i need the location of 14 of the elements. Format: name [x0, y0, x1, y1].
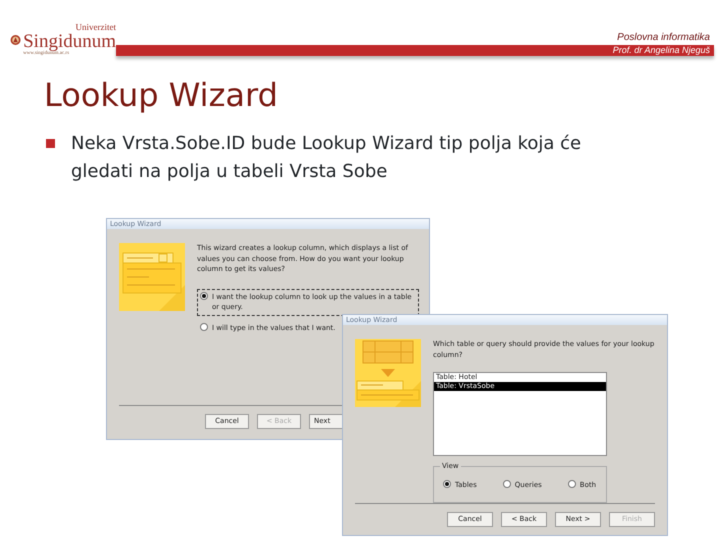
dropdown-list-drawing	[119, 243, 185, 311]
table-to-list-drawing	[355, 339, 421, 407]
author-name: Prof. dr Angelina Njeguš	[612, 46, 711, 55]
bullet-icon	[46, 139, 55, 148]
bullet-text: Neka Vrsta.Sobe.ID bude Lookup Wizard tip polja koja će gledati na polja u tabeli Vrsta Sobe	[71, 132, 582, 184]
slide-title: Lookup Wizard	[44, 76, 279, 114]
logo-name: Singidunum	[23, 32, 116, 51]
radio-button[interactable]	[568, 480, 576, 488]
course-name: Poslovna informatika	[617, 31, 710, 45]
radio-button[interactable]	[443, 480, 451, 488]
radio-button[interactable]	[200, 322, 208, 330]
radio-button[interactable]	[200, 292, 208, 300]
logo-subtitle: Univerzitet	[76, 23, 116, 32]
radio-button[interactable]	[502, 480, 511, 488]
